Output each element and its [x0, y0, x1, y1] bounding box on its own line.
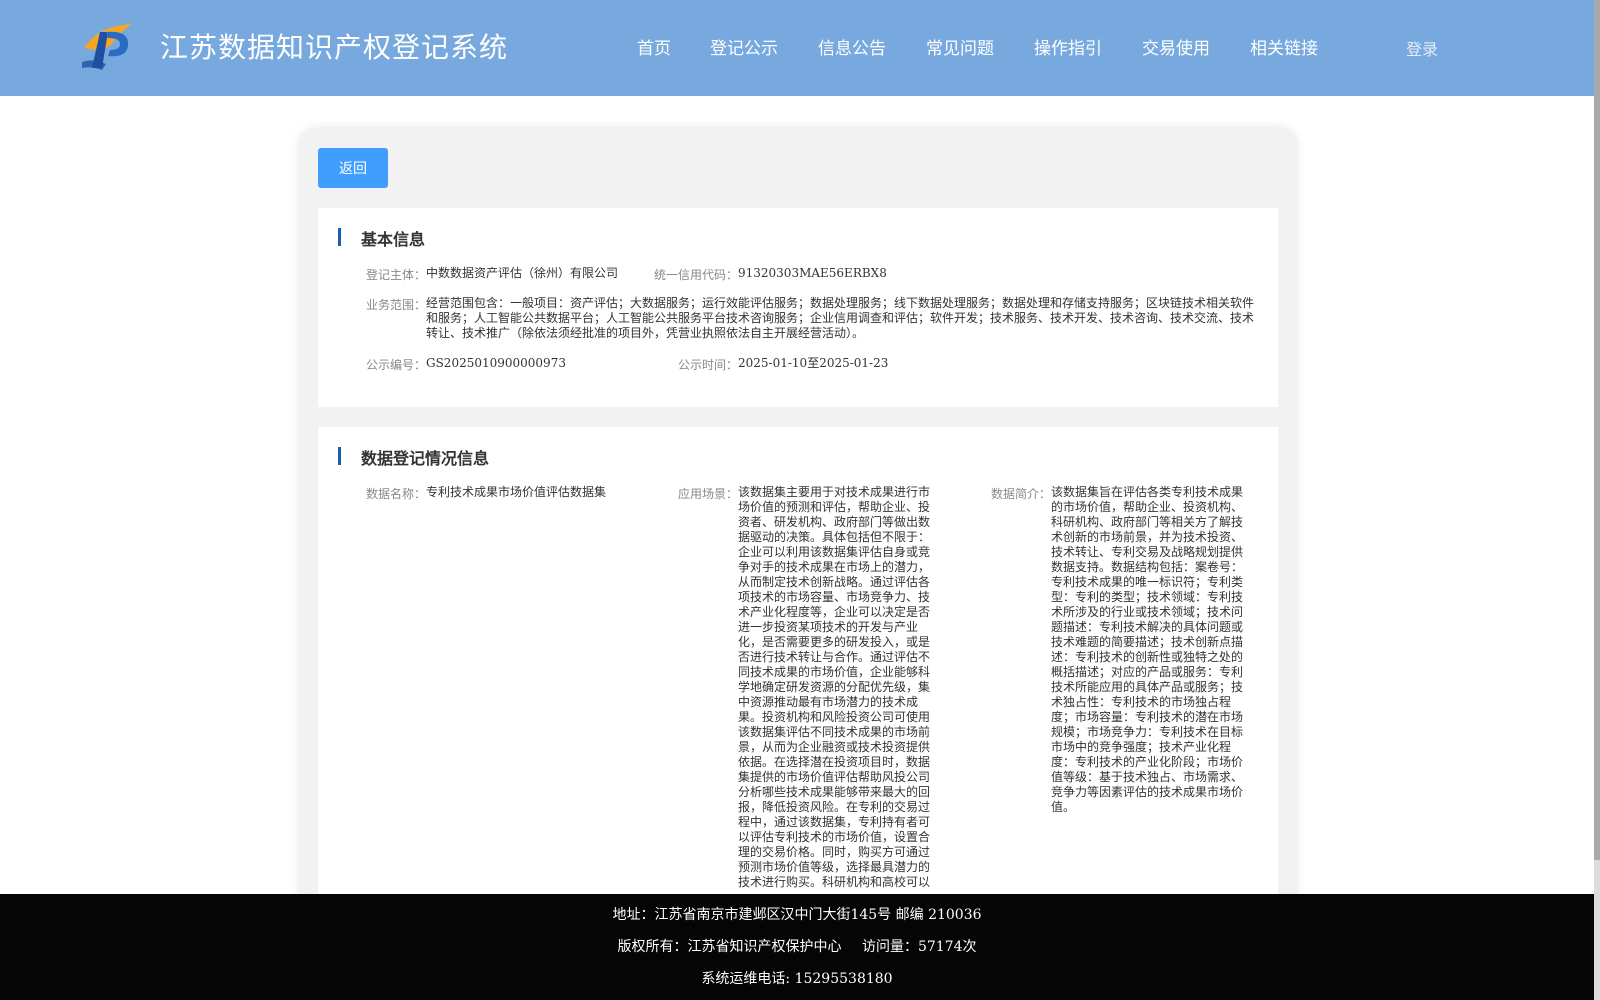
- notice-number-value: GS2025010900000973: [426, 356, 566, 370]
- nav-related-links[interactable]: 相关链接: [1250, 34, 1318, 59]
- basic-info-section: 基本信息 登记主体： 中数数据资产评估（徐州）有限公司 统一信用代码： 9132…: [318, 208, 1278, 407]
- data-name-value: 专利技术成果市场价值评估数据集: [426, 485, 607, 499]
- nav-home[interactable]: 首页: [637, 34, 671, 59]
- nav-trade-use[interactable]: 交易使用: [1142, 34, 1210, 59]
- scrollbar-thumb[interactable]: [1594, 0, 1600, 860]
- footer-copyright: 版权所有：江苏省知识产权保护中心: [617, 939, 842, 955]
- notice-time-value: 2025-01-10至2025-01-23: [738, 356, 889, 370]
- page-scrollbar[interactable]: [1594, 0, 1600, 1000]
- notice-time-label: 公示时间：: [678, 358, 739, 372]
- login-link[interactable]: 登录: [1406, 36, 1438, 60]
- nav-operation-guide[interactable]: 操作指引: [1034, 34, 1102, 59]
- site-footer: 地址：江苏省南京市建邺区汉中门大街145号 邮编 210036 版权所有：江苏省…: [0, 894, 1594, 1000]
- business-scope-value: 经营范围包含：一般项目：资产评估；大数据服务；运行效能评估服务；数据处理服务；线…: [426, 296, 1255, 340]
- basic-info-title: 基本信息: [361, 230, 426, 249]
- data-registration-section: 数据登记情况信息 数据名称： 专利技术成果市场价值评估数据集 应用场景： 该数据…: [318, 427, 1278, 907]
- section-marker: [338, 228, 341, 246]
- footer-visits: 访问量：57174次: [861, 939, 977, 955]
- site-title: 江苏数据知识产权登记系统: [160, 31, 509, 64]
- data-intro-value: 该数据集旨在评估各类专利技术成果的市场价值，帮助企业、投资机构、科研机构、政府部…: [1051, 485, 1244, 814]
- data-intro-label: 数据简介：: [991, 487, 1052, 501]
- credit-code-label: 统一信用代码：: [654, 268, 739, 282]
- subject-label: 登记主体：: [366, 268, 427, 282]
- site-header: 江苏数据知识产权登记系统 首页 登记公示 信息公告 常见问题 操作指引 交易使用…: [0, 0, 1594, 96]
- subject-value: 中数数据资产评估（徐州）有限公司: [426, 266, 619, 280]
- notice-number-label: 公示编号：: [366, 358, 427, 372]
- scenario-value: 该数据集主要用于对技术成果进行市场价值的预测和评估，帮助企业、投资者、研发机构、…: [738, 485, 931, 889]
- detail-card: 返回 基本信息 登记主体： 中数数据资产评估（徐州）有限公司 统一信用代码： 9…: [298, 127, 1298, 907]
- section-marker: [338, 447, 341, 465]
- footer-phone: 系统运维电话: 15295538180: [701, 971, 893, 987]
- nav-registration-notice[interactable]: 登记公示: [710, 34, 778, 59]
- nav-info-announcement[interactable]: 信息公告: [818, 34, 886, 59]
- footer-address: 地址：江苏省南京市建邺区汉中门大街145号 邮编 210036: [612, 907, 982, 923]
- nav-faq[interactable]: 常见问题: [926, 34, 994, 59]
- footer-copyright-line: 版权所有：江苏省知识产权保护中心 访问量：57174次: [0, 936, 1594, 956]
- scenario-label: 应用场景：: [678, 487, 739, 501]
- back-button[interactable]: 返回: [318, 148, 388, 188]
- data-name-label: 数据名称：: [366, 487, 427, 501]
- site-logo-icon[interactable]: [80, 18, 142, 72]
- data-info-title: 数据登记情况信息: [361, 449, 490, 468]
- credit-code-value: 91320303MAE56ERBX8: [738, 266, 887, 280]
- business-scope-label: 业务范围：: [366, 298, 427, 312]
